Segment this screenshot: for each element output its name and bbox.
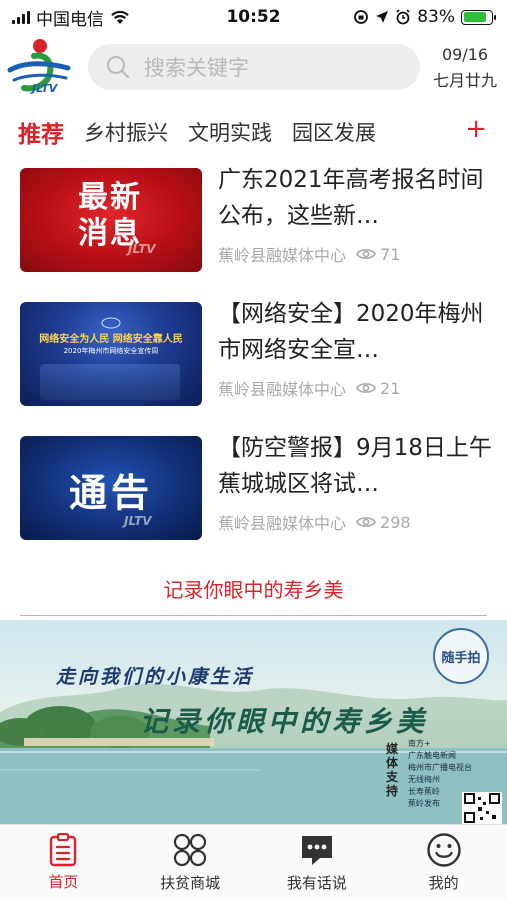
category-tabs: 推荐 乡村振兴 文明实践 园区发展 + [0, 110, 507, 154]
battery-percent: 83% [417, 7, 455, 27]
news-title[interactable]: 【网络安全】2020年梅州市网络安全宣… [218, 296, 493, 368]
news-source: 蕉岭县融媒体中心 [218, 246, 347, 265]
media-list: 南方+ 广东触电新闻 梅州市广播电视台 无线梅州 长寿蕉岭 蕉岭发布 [408, 738, 472, 810]
news-source: 蕉岭县融媒体中心 [218, 514, 347, 533]
media-list-item: 广东触电新闻 [408, 751, 456, 760]
nav-label: 我有话说 [286, 874, 347, 892]
news-meta: 蕉岭县融媒体中心 71 [218, 242, 400, 266]
thumb-text-line: 2020年梅州市网络安全宣传周 [63, 347, 159, 355]
jltv-logo[interactable]: JLTV [6, 36, 76, 100]
eye-icon [356, 249, 376, 259]
thumb-text-line: 网络安全为人民 网络安全靠人民 [39, 334, 183, 345]
media-list-item: 梅州市广播电视台 [408, 763, 472, 772]
nav-profile[interactable]: 我的 [394, 832, 494, 893]
search-placeholder: 搜索关键字 [144, 56, 249, 80]
bottom-navigation: 首页 扶贫商城 我有话说 我的 [0, 824, 507, 900]
grid-icon [174, 833, 207, 867]
add-tab-icon[interactable]: + [465, 114, 487, 144]
view-count: 71 [380, 244, 401, 264]
eye-icon [356, 517, 376, 527]
stamp-text: 随手拍 [441, 650, 481, 666]
qr-code-icon [464, 793, 500, 823]
nav-home[interactable]: 首页 [13, 833, 113, 892]
tab-civilization-practice[interactable]: 文明实践 [188, 117, 272, 147]
date: 09/16 [441, 45, 489, 64]
carrier-name: 中国电信 [36, 9, 104, 30]
media-label: 媒体支持 [386, 742, 399, 798]
cellular-signal-icon [12, 10, 30, 24]
view-count: 21 [380, 378, 401, 398]
banner-headline: 记录你眼中的寿乡美 [140, 705, 429, 738]
news-thumbnail: 最新 消息 JLTV [20, 168, 202, 272]
thumb-text-line: 最新 [78, 180, 142, 215]
search-icon [107, 56, 130, 79]
location-icon [376, 11, 389, 23]
wifi-icon [111, 10, 129, 24]
view-count: 298 [380, 512, 411, 532]
thumb-text-line: 通告 [68, 471, 153, 515]
news-meta: 蕉岭县融媒体中心 21 [218, 376, 400, 400]
news-title[interactable]: 【防空警报】9月18日上午蕉城城区将试… [218, 430, 493, 502]
media-list-item: 长寿蕉岭 [408, 787, 440, 796]
clipboard-icon [50, 833, 77, 867]
news-item[interactable]: 最新 消息 JLTV 广东2021年高考报名时间公布，这些新… 蕉岭县融媒体中心… [18, 167, 493, 272]
thumb-watermark: JLTV [128, 242, 156, 256]
section-title: 记录你眼中的寿乡美 [163, 578, 344, 602]
section-divider [20, 615, 487, 616]
thumb-watermark: JLTV [124, 514, 152, 528]
nav-label: 扶贫商城 [160, 874, 221, 892]
lunar-date: 七月廿九 [432, 71, 497, 90]
news-meta: 蕉岭县融媒体中心 298 [218, 510, 411, 534]
nav-label: 首页 [48, 873, 79, 891]
news-source: 蕉岭县融媒体中心 [218, 380, 347, 399]
banner-slogan: 走向我们的小康生活 [56, 666, 255, 688]
clock: 10:52 [226, 7, 281, 27]
news-item[interactable]: 通告 JLTV 【防空警报】9月18日上午蕉城城区将试… 蕉岭县融媒体中心 29… [18, 435, 493, 540]
media-list-item: 蕉岭发布 [408, 799, 440, 808]
eye-icon [356, 383, 376, 393]
alarm-icon [396, 9, 410, 25]
battery-icon [461, 9, 496, 25]
media-list-item: 南方+ [408, 739, 431, 748]
tab-rural-revitalization[interactable]: 乡村振兴 [84, 117, 168, 147]
date-display: 09/16 七月廿九 [429, 42, 501, 94]
tab-recommend[interactable]: 推荐 [18, 115, 64, 149]
promo-banner[interactable]: 走向我们的小康生活 记录你眼中的寿乡美 随手拍 媒体支持 南方+ 广东触电新闻 … [0, 620, 507, 825]
rotation-lock-icon [354, 10, 369, 24]
news-thumbnail: 通告 JLTV [20, 436, 202, 540]
nav-mall[interactable]: 扶贫商城 [140, 832, 240, 893]
news-title[interactable]: 广东2021年高考报名时间公布，这些新… [218, 162, 493, 234]
news-thumbnail: 网络安全为人民 网络安全靠人民 2020年梅州市网络安全宣传周 [20, 302, 202, 406]
media-list-item: 无线梅州 [408, 775, 440, 784]
status-bar: 中国电信 10:52 83% [0, 0, 507, 34]
search-bar[interactable]: 搜索关键字 [88, 44, 420, 90]
chat-icon [301, 836, 332, 865]
header: JLTV 搜索关键字 09/16 七月廿九 [0, 36, 507, 100]
news-item[interactable]: 网络安全为人民 网络安全靠人民 2020年梅州市网络安全宣传周 【网络安全】20… [18, 301, 493, 406]
stamp-badge: 随手拍 [433, 628, 489, 684]
smile-icon [426, 833, 461, 867]
tab-park-development[interactable]: 园区发展 [292, 117, 376, 147]
nav-comments[interactable]: 我有话说 [267, 832, 367, 893]
nav-label: 我的 [428, 874, 459, 892]
logo-text: JLTV [32, 82, 58, 95]
